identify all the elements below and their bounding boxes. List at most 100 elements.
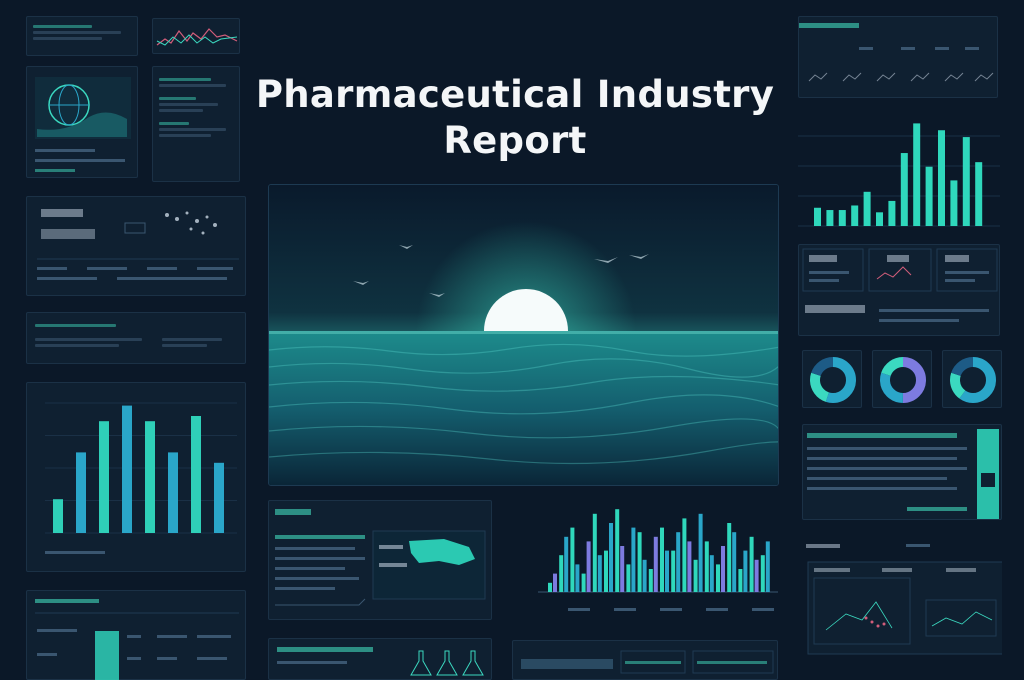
tick-label [614, 608, 636, 611]
right-bar [888, 200, 896, 226]
bottom-bar-blue [609, 523, 613, 592]
bottom-bar-blue [553, 573, 557, 592]
globe-panel [26, 66, 138, 178]
right-bar [950, 180, 958, 226]
text-line [33, 25, 92, 28]
bottom-bar-teal [749, 536, 754, 592]
bottom-bar-blue [665, 550, 669, 592]
tick-label [568, 608, 590, 611]
world-map-icon [275, 509, 486, 606]
page-title: Pharmaceutical Industry Report [255, 73, 775, 162]
tick-label [660, 608, 682, 611]
right-bar [975, 162, 983, 226]
text-line [159, 109, 204, 112]
right-bar [925, 166, 933, 226]
text-line [159, 97, 196, 100]
world-map-icon [37, 209, 239, 280]
donut-card-3 [942, 350, 1002, 408]
text-line [33, 37, 102, 40]
right-bar-chart-panel [798, 102, 1002, 232]
right-bar [814, 207, 821, 226]
bottom-bar-teal [682, 518, 687, 592]
kpi-cards [802, 248, 998, 322]
donut-card-2 [872, 350, 932, 408]
bottom-bar-teal [581, 573, 586, 592]
bottom-bar-teal [626, 564, 631, 592]
bottom-bar-teal [559, 555, 564, 592]
right-bar [913, 123, 921, 226]
center-map-panel [268, 500, 492, 620]
left-bar [53, 499, 63, 533]
right-bar [938, 130, 945, 226]
right-bar [826, 210, 834, 226]
right-bar [962, 137, 970, 226]
hero-sunset-illustration [268, 184, 779, 486]
bottom-bar-blue [732, 532, 737, 592]
text-line [33, 31, 122, 34]
bottom-bar-teal [615, 509, 620, 592]
legend-line [45, 551, 105, 554]
right-bar [876, 212, 883, 226]
bottom-bar-blue [564, 536, 569, 592]
right-bar [851, 205, 859, 226]
left-bar [214, 462, 224, 533]
bottom-bar-blue [597, 555, 602, 592]
text-line [162, 338, 223, 341]
summary-text-panel [26, 312, 246, 364]
bottom-bar-blue [721, 546, 725, 592]
bottom-bar-blue [575, 564, 580, 592]
bottom-left-table-panel [26, 590, 246, 680]
bottom-bar-teal [716, 564, 720, 592]
bottom-bar-teal [637, 532, 642, 592]
bottom-bar-teal [660, 527, 664, 592]
right-kpi-panel [798, 244, 1000, 336]
kpi-map-panel [26, 196, 246, 296]
bottom-bar-teal [693, 559, 698, 592]
top-left-mini-panel [26, 16, 138, 56]
donut-card-1 [802, 350, 862, 408]
flask-icon [277, 647, 484, 676]
mini-sparkline-row [799, 23, 994, 82]
bottom-bar-blue [765, 541, 770, 592]
bottom-bar-chart [538, 509, 778, 611]
text-card [807, 429, 999, 519]
text-line [35, 344, 119, 347]
text-line [35, 324, 116, 327]
bottom-bar-blue [631, 527, 636, 592]
lab-flask-panel [268, 638, 492, 680]
bottom-bar-teal [671, 550, 676, 592]
bottom-bar-teal [592, 513, 597, 592]
bottom-bar-teal [704, 541, 709, 592]
top-left-wave-panel [152, 18, 240, 54]
bottom-bar-teal [570, 527, 575, 592]
right-bottom-chart-panel [806, 540, 1002, 658]
left-bar [76, 452, 86, 533]
text-line [159, 84, 226, 87]
bottom-bar-blue [676, 532, 681, 592]
bottom-bar-blue [687, 541, 692, 592]
left-bar [168, 452, 178, 533]
bottom-bar-blue [743, 550, 748, 592]
text-panel-center-left [152, 66, 240, 182]
right-bar [863, 191, 871, 226]
text-line [159, 134, 211, 137]
bottom-bar-blue [698, 513, 703, 592]
right-text-card [802, 424, 1002, 520]
text-line [159, 128, 226, 131]
bottom-bar-blue [653, 536, 658, 592]
scatter-panels [806, 544, 1002, 655]
bottom-bar-teal [648, 569, 653, 592]
donut-chart [950, 357, 996, 403]
left-bar-chart-panel [26, 382, 246, 572]
bottom-center-bar-chart-panel [508, 496, 784, 622]
globe-icon [35, 77, 131, 172]
left-bar [145, 421, 155, 533]
text-line [159, 78, 211, 81]
bottom-bar-blue [709, 555, 714, 592]
text-line [35, 338, 143, 341]
bottom-bar-teal [727, 523, 732, 592]
donut-chart [810, 357, 856, 403]
bottom-bar-blue [620, 546, 625, 592]
tick-label [752, 608, 774, 611]
text-line [159, 103, 219, 106]
